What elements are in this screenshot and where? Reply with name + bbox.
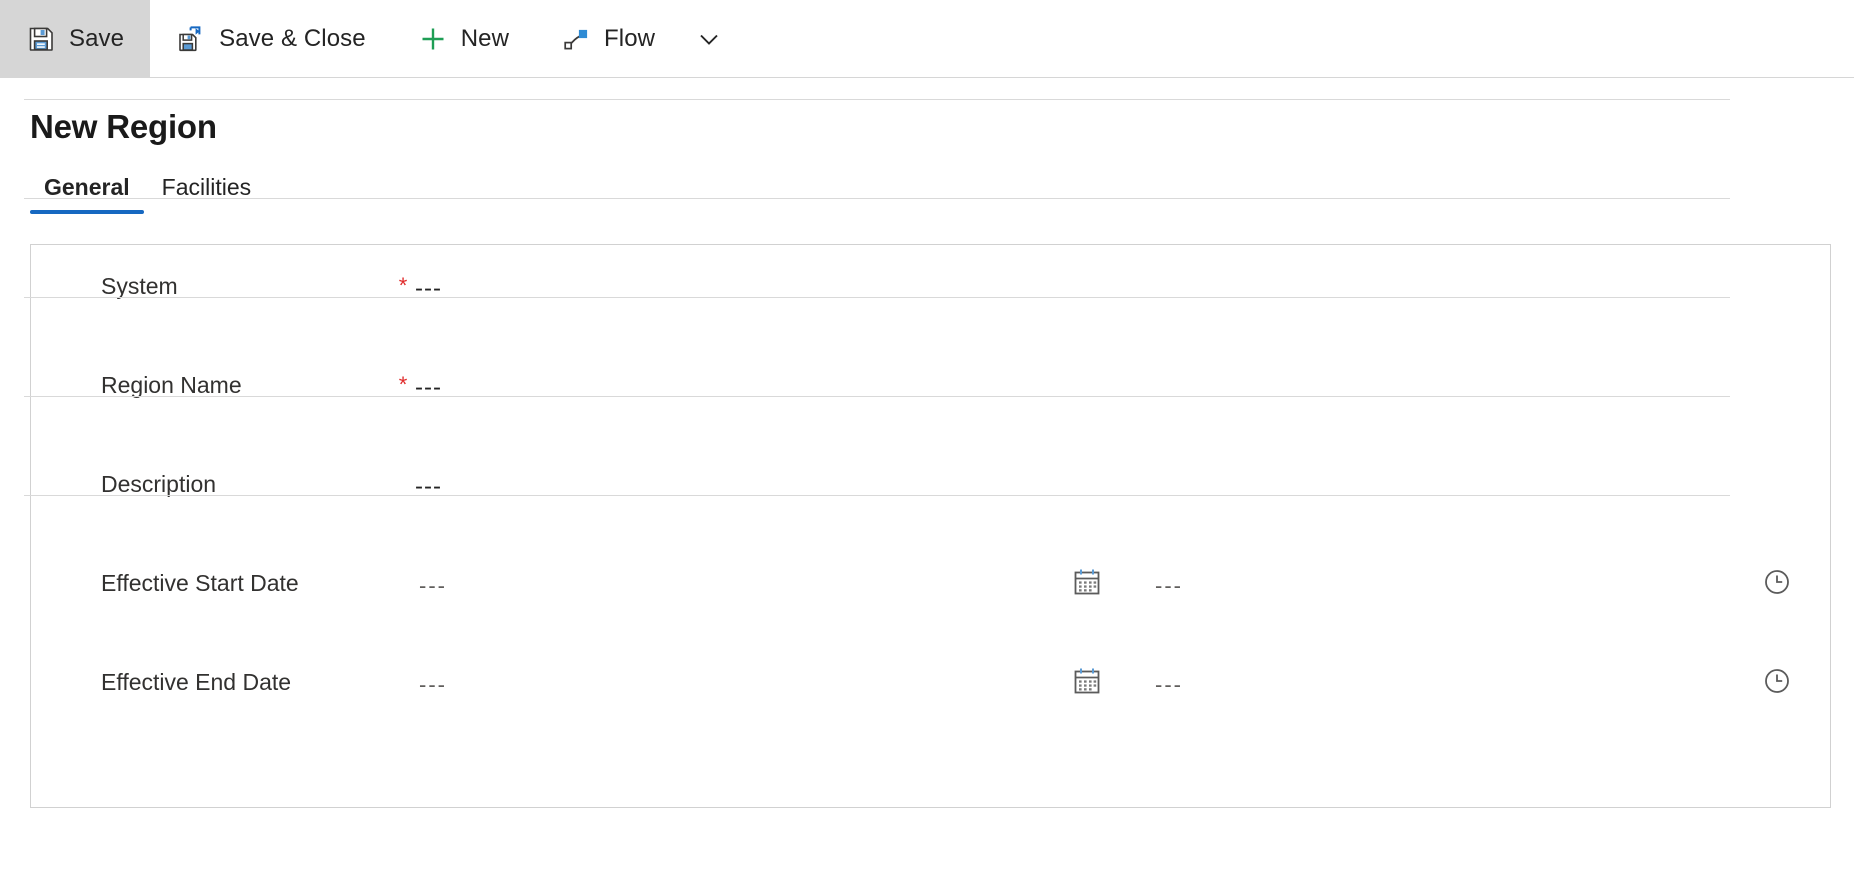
form-card: System * --- Region Name * --- Descripti…	[24, 99, 1831, 808]
save-and-close-icon	[176, 24, 206, 54]
save-button[interactable]: Save	[0, 0, 151, 77]
save-icon	[26, 24, 56, 54]
tab-strip: General Facilities	[28, 174, 1854, 214]
row-separator	[24, 495, 1730, 496]
required-marker-region-name: *	[398, 372, 408, 397]
field-value-effective-end-date[interactable]: ---	[419, 668, 447, 699]
save-and-close-button-label: Save & Close	[219, 24, 366, 52]
field-row-effective-end-date: Effective End Date --- ---	[31, 641, 1830, 740]
page-body: New Region General Facilities System * -…	[0, 99, 1854, 808]
field-label-region-name: Region Name	[101, 372, 242, 398]
field-value-region-name[interactable]: ---	[415, 371, 442, 402]
field-row-system: System * ---	[31, 245, 1830, 344]
field-label-effective-end-date: Effective End Date	[101, 669, 292, 695]
new-button-label: New	[460, 24, 510, 52]
clock-icon[interactable]	[1761, 566, 1793, 598]
command-bar-overflow-button[interactable]	[681, 0, 737, 77]
field-value-system[interactable]: ---	[415, 272, 442, 303]
field-value-effective-start-time[interactable]: ---	[1155, 569, 1183, 600]
row-separator	[24, 198, 1730, 199]
tab-facilities[interactable]: Facilities	[146, 174, 267, 214]
required-marker-system: *	[398, 273, 408, 298]
tab-general[interactable]: General	[28, 174, 146, 214]
tab-facilities-label: Facilities	[161, 174, 252, 200]
save-button-label: Save	[69, 24, 125, 52]
field-label-effective-start-date: Effective Start Date	[101, 570, 299, 596]
flow-button-label: Flow	[604, 24, 656, 52]
calendar-icon[interactable]	[1071, 665, 1103, 697]
field-value-description[interactable]: ---	[415, 470, 442, 501]
field-value-effective-end-time[interactable]: ---	[1155, 668, 1183, 699]
plus-icon	[418, 24, 448, 54]
command-bar: Save Save & Close New Flow	[0, 0, 1854, 78]
flow-button[interactable]: Flow	[535, 0, 681, 77]
field-row-description: Description ---	[31, 443, 1830, 542]
new-button[interactable]: New	[392, 0, 535, 77]
calendar-icon[interactable]	[1071, 566, 1103, 598]
clock-icon[interactable]	[1761, 665, 1793, 697]
tab-general-label: General	[44, 174, 130, 200]
row-separator	[24, 297, 1730, 298]
save-and-close-button[interactable]: Save & Close	[150, 0, 392, 77]
field-value-effective-start-date[interactable]: ---	[419, 569, 447, 600]
chevron-down-icon	[694, 24, 724, 54]
page-title: New Region	[30, 108, 217, 145]
field-label-system: System	[101, 273, 178, 299]
row-separator	[24, 396, 1730, 397]
field-row-effective-start-date: Effective Start Date --- ---	[31, 542, 1830, 641]
flow-icon	[561, 24, 591, 54]
row-separator	[24, 99, 1730, 100]
field-label-description: Description	[101, 471, 217, 497]
field-row-region-name: Region Name * ---	[31, 344, 1830, 443]
